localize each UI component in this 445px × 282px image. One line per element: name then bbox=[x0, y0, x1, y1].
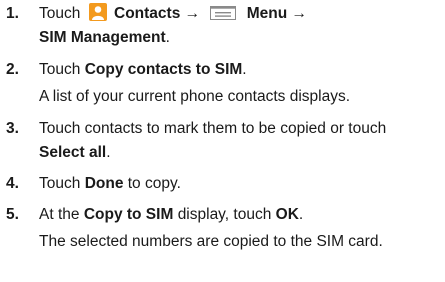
step-3-line-1: Touch contacts to mark them to be copied… bbox=[39, 120, 387, 137]
step-2: 2. Touch Copy contacts to SIM. A list of… bbox=[0, 58, 445, 110]
step-text: display, touch bbox=[177, 206, 272, 223]
step-text: Touch bbox=[39, 61, 81, 78]
step-4: 4. Touch Done to copy. bbox=[0, 172, 445, 198]
period: . bbox=[165, 29, 170, 46]
step-text: At the bbox=[39, 206, 80, 223]
step-5-line-1: At the Copy to SIM display, touch OK. bbox=[39, 203, 303, 227]
step-1-line-1: Touch Contacts → Menu → bbox=[39, 2, 307, 26]
period: . bbox=[298, 206, 304, 223]
step-number: 1. bbox=[6, 5, 19, 22]
step-text: Touch bbox=[39, 175, 81, 192]
step-number: 2. bbox=[6, 61, 19, 78]
step-number: 4. bbox=[6, 175, 19, 192]
contacts-app-icon bbox=[88, 3, 107, 21]
period: . bbox=[106, 144, 111, 161]
done-label: Done bbox=[84, 175, 124, 192]
step-number: 5. bbox=[6, 206, 19, 223]
step-number: 3. bbox=[6, 120, 19, 137]
menu-key-icon bbox=[210, 4, 237, 20]
step-5-note: The selected numbers are copied to the S… bbox=[39, 233, 383, 250]
step-4-line-1: Touch Done to copy. bbox=[39, 172, 181, 196]
step-1-line-2: SIM Management. bbox=[39, 26, 170, 50]
step-text: Touch bbox=[39, 5, 81, 22]
menu-label: Menu bbox=[246, 5, 288, 22]
contacts-label: Contacts bbox=[114, 5, 181, 22]
copy-to-sim-label: Copy to SIM bbox=[83, 206, 174, 223]
step-5: 5. At the Copy to SIM display, touch OK.… bbox=[0, 203, 445, 263]
arrow: → bbox=[291, 5, 308, 22]
step-3-line-2: Select all. bbox=[39, 141, 111, 165]
step-text: to copy. bbox=[127, 175, 181, 192]
step-1: 1. Touch Contacts → Menu → SIM Managemen… bbox=[0, 2, 445, 52]
select-all-label: Select all bbox=[39, 144, 107, 161]
step-2-line-1: Touch Copy contacts to SIM. bbox=[39, 58, 247, 82]
arrow: → bbox=[184, 5, 201, 22]
ok-label: OK bbox=[275, 206, 299, 223]
copy-contacts-to-sim-label: Copy contacts to SIM bbox=[84, 61, 243, 78]
step-3: 3. Touch contacts to mark them to be cop… bbox=[0, 117, 445, 167]
step-2-note: A list of your current phone contacts di… bbox=[39, 88, 351, 105]
period: . bbox=[242, 61, 247, 78]
sim-management-label: SIM Management bbox=[39, 29, 166, 46]
